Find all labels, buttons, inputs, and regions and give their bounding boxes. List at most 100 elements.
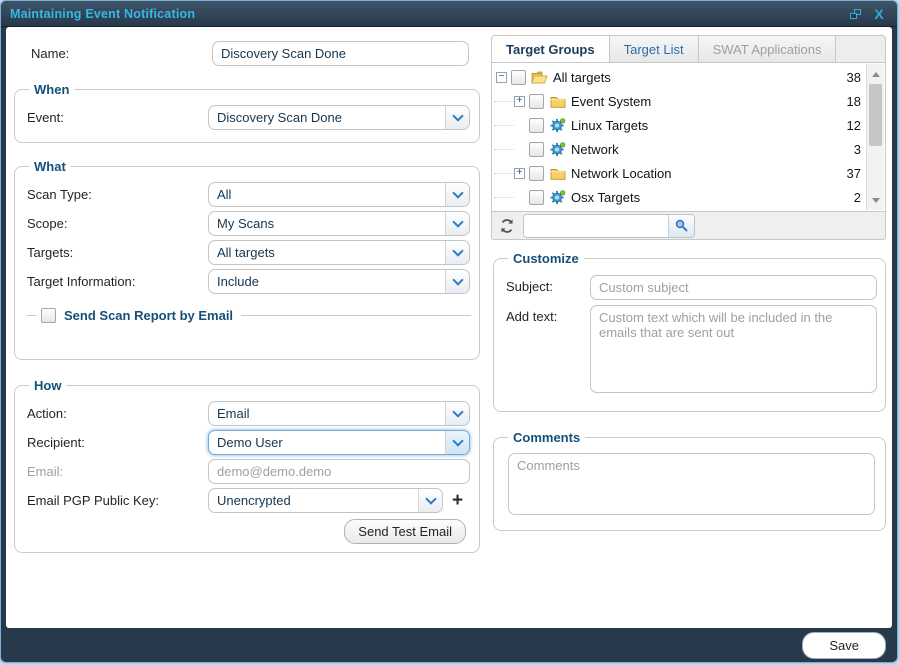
name-row: Name: <box>12 41 480 66</box>
email-input[interactable] <box>208 459 470 484</box>
tab-swat-applications[interactable]: SWAT Applications <box>699 36 837 62</box>
scan-type-select-trigger[interactable] <box>445 183 469 206</box>
tree-row-all-targets[interactable]: All targets 38 <box>494 65 865 89</box>
subject-input[interactable] <box>590 275 877 300</box>
scope-select[interactable]: My Scans <box>208 211 470 236</box>
refresh-icon <box>499 218 515 234</box>
tree-row-linux-targets[interactable]: Linux Targets 12 <box>494 113 865 137</box>
customize-fieldset: Customize Subject: Add text: <box>493 251 886 412</box>
scope-select-value: My Scans <box>209 212 445 235</box>
action-select-trigger[interactable] <box>445 402 469 425</box>
refresh-button[interactable] <box>496 215 518 237</box>
target-info-select[interactable]: Include <box>208 269 470 294</box>
tree-checkbox[interactable] <box>529 142 544 157</box>
event-select[interactable]: Discovery Scan Done <box>208 105 470 130</box>
subject-row: Subject: <box>506 275 877 300</box>
name-label: Name: <box>31 46 212 61</box>
tab-target-groups[interactable]: Target Groups <box>492 36 610 63</box>
expander-plus-icon[interactable] <box>514 168 525 179</box>
add-text-label: Add text: <box>506 305 590 398</box>
folder-open-icon <box>531 70 548 85</box>
chevron-down-icon <box>452 245 463 256</box>
scope-label: Scope: <box>27 216 208 231</box>
tree-row-event-system[interactable]: Event System 18 <box>494 89 865 113</box>
comments-fieldset: Comments <box>493 430 886 531</box>
dialog-footer: Save <box>1 629 897 662</box>
scan-type-select-value: All <box>209 183 445 206</box>
what-legend: What <box>29 159 71 174</box>
scope-select-trigger[interactable] <box>445 212 469 235</box>
email-row: Email: <box>27 459 471 484</box>
action-label: Action: <box>27 406 208 421</box>
tree-checkbox[interactable] <box>529 190 544 205</box>
pgp-key-row: Email PGP Public Key: Unencrypted + <box>27 488 471 513</box>
tree-scrollbar[interactable] <box>866 64 884 210</box>
chevron-down-icon <box>452 110 463 121</box>
dialog-title: Maintaining Event Notification <box>10 7 840 21</box>
target-gear-icon <box>549 118 566 133</box>
search-button[interactable] <box>668 215 694 237</box>
add-text-row: Add text: <box>506 305 877 398</box>
recipient-label: Recipient: <box>27 435 208 450</box>
tree-item-label: All targets <box>553 70 611 85</box>
expander-plus-icon[interactable] <box>514 96 525 107</box>
comments-legend: Comments <box>508 430 585 445</box>
name-input[interactable] <box>212 41 469 66</box>
scan-type-label: Scan Type: <box>27 187 208 202</box>
send-test-row: Send Test Email <box>27 519 466 544</box>
title-bar: Maintaining Event Notification X <box>1 1 897 27</box>
tree-row-osx-targets[interactable]: Osx Targets 2 <box>494 185 865 209</box>
tree-item-label: Network <box>571 142 619 157</box>
target-info-select-trigger[interactable] <box>445 270 469 293</box>
scan-type-select[interactable]: All <box>208 182 470 207</box>
comments-textarea[interactable] <box>508 453 875 515</box>
scrollbar-thumb[interactable] <box>869 84 882 146</box>
action-select[interactable]: Email <box>208 401 470 426</box>
send-report-checkbox[interactable] <box>41 308 56 323</box>
targets-select-value: All targets <box>209 241 445 264</box>
target-groups-tree: All targets 38 Event System 18 <box>491 63 886 212</box>
targets-select-trigger[interactable] <box>445 241 469 264</box>
tree-checkbox[interactable] <box>511 70 526 85</box>
add-text-textarea[interactable] <box>590 305 877 393</box>
pgp-key-select-trigger[interactable] <box>418 489 442 512</box>
event-select-trigger[interactable] <box>445 106 469 129</box>
when-fieldset: When Event: Discovery Scan Done <box>14 82 480 143</box>
pgp-key-select[interactable]: Unencrypted <box>208 488 443 513</box>
customize-legend: Customize <box>508 251 584 266</box>
recipient-select[interactable]: Demo User <box>208 430 470 455</box>
targets-label: Targets: <box>27 245 208 260</box>
tree-item-count: 3 <box>854 142 865 157</box>
restore-icon <box>850 9 861 19</box>
scroll-up-arrow[interactable] <box>867 66 884 82</box>
search-icon <box>675 219 688 232</box>
send-test-email-button[interactable]: Send Test Email <box>344 519 466 544</box>
send-report-separator: Send Scan Report by Email <box>27 308 471 323</box>
scan-type-row: Scan Type: All <box>27 182 471 207</box>
add-pgp-key-button[interactable]: + <box>452 491 463 510</box>
recipient-select-trigger[interactable] <box>445 431 469 454</box>
chevron-down-icon <box>452 216 463 227</box>
close-button[interactable]: X <box>870 5 888 23</box>
tab-target-list[interactable]: Target List <box>610 36 699 62</box>
chevron-down-icon <box>452 406 463 417</box>
event-notification-dialog: Maintaining Event Notification X Name: W… <box>0 0 898 663</box>
subject-label: Subject: <box>506 275 590 300</box>
restore-button[interactable] <box>846 5 864 23</box>
tree-checkbox[interactable] <box>529 166 544 181</box>
expander-minus-icon[interactable] <box>496 72 507 83</box>
right-panel-column: Target Groups Target List SWAT Applicati… <box>491 35 886 622</box>
tree-row-network[interactable]: Network 3 <box>494 137 865 161</box>
tree-checkbox[interactable] <box>529 118 544 133</box>
tree-row-network-location[interactable]: Network Location 37 <box>494 161 865 185</box>
tree-checkbox[interactable] <box>529 94 544 109</box>
tree-search-input[interactable] <box>524 215 668 237</box>
targets-select[interactable]: All targets <box>208 240 470 265</box>
folder-icon <box>549 94 566 109</box>
save-button[interactable]: Save <box>802 632 886 659</box>
tree-item-count: 12 <box>847 118 865 133</box>
pgp-key-select-value: Unencrypted <box>209 489 418 512</box>
event-label: Event: <box>27 110 208 125</box>
target-info-row: Target Information: Include <box>27 269 471 294</box>
scroll-down-arrow[interactable] <box>867 192 884 208</box>
